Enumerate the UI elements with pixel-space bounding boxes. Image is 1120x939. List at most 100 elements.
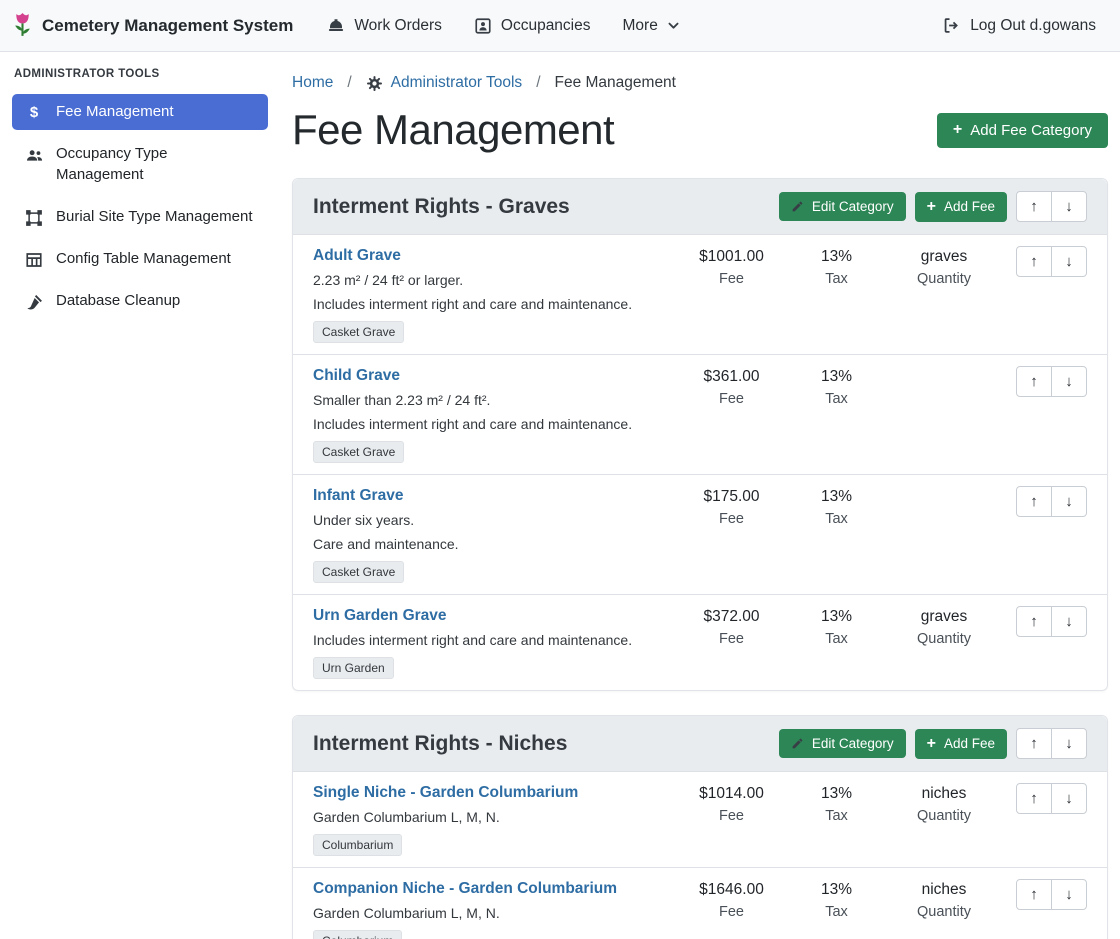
plus-icon: + — [927, 736, 936, 752]
arrow-down-icon: ↓ — [1065, 254, 1073, 269]
fee-name-link[interactable]: Urn Garden Grave — [313, 607, 447, 624]
add-fee-button[interactable]: + Add Fee — [915, 729, 1007, 759]
fee-tax: 13% — [789, 880, 884, 899]
move-fee-up-button[interactable]: ↑ — [1016, 246, 1052, 277]
move-fee-up-button[interactable]: ↑ — [1016, 606, 1052, 637]
breadcrumb-current: Fee Management — [555, 74, 677, 92]
add-fee-button[interactable]: + Add Fee — [915, 192, 1007, 222]
edit-category-label: Edit Category — [812, 199, 894, 214]
move-category-down-button[interactable]: ↓ — [1051, 728, 1087, 759]
fee-amount: $1001.00 — [674, 247, 789, 266]
fee-name-link[interactable]: Single Niche - Garden Columbarium — [313, 784, 578, 801]
move-category-down-button[interactable]: ↓ — [1051, 191, 1087, 222]
fee-amount: $1646.00 — [674, 880, 789, 899]
fee-quantity-label: Quantity — [884, 631, 1004, 647]
move-fee-down-button[interactable]: ↓ — [1051, 366, 1087, 397]
breadcrumb-admin-tools-link[interactable]: Administrator Tools — [366, 74, 523, 92]
fee-name-link[interactable]: Child Grave — [313, 367, 400, 384]
fee-tax-label: Tax — [789, 631, 884, 647]
nav-more[interactable]: More — [623, 17, 680, 35]
fee-tax: 13% — [789, 487, 884, 506]
top-navbar: Cemetery Management System Work Orders — [0, 0, 1120, 52]
sidebar-item-label: Burial Site Type Management — [56, 207, 253, 227]
fee-amount-label: Fee — [674, 271, 789, 287]
logout-link[interactable]: Log Out d.gowans — [942, 16, 1096, 35]
broom-icon — [24, 293, 44, 312]
move-fee-up-button[interactable]: ↑ — [1016, 879, 1052, 910]
fee-tax-label: Tax — [789, 904, 884, 920]
fee-name-link[interactable]: Companion Niche - Garden Columbarium — [313, 880, 617, 897]
fee-row: Single Niche - Garden Columbarium Garden… — [293, 772, 1107, 868]
move-category-up-button[interactable]: ↑ — [1016, 728, 1052, 759]
sidebar-item-database-cleanup[interactable]: Database Cleanup — [12, 283, 268, 320]
add-fee-label: Add Fee — [944, 736, 995, 751]
fee-row: Infant Grave Under six years. Care and m… — [293, 475, 1107, 595]
arrow-up-icon: ↑ — [1030, 736, 1038, 751]
breadcrumb-separator: / — [522, 74, 554, 92]
occupancy-icon — [474, 17, 492, 35]
fee-type-badge: Casket Grave — [313, 321, 404, 343]
fee-quantity-label: Quantity — [884, 904, 1004, 920]
move-fee-down-button[interactable]: ↓ — [1051, 783, 1087, 814]
fee-tax-column: 13% Tax — [789, 606, 884, 647]
fee-tax-label: Tax — [789, 271, 884, 287]
tulip-logo-icon — [12, 12, 33, 39]
arrow-up-icon: ↑ — [1030, 199, 1038, 214]
sidebar-item-config-table-management[interactable]: Config Table Management — [12, 241, 268, 277]
fee-tax-label: Tax — [789, 511, 884, 527]
arrow-down-icon: ↓ — [1065, 374, 1073, 389]
edit-category-button[interactable]: Edit Category — [779, 192, 906, 221]
pencil-icon — [791, 737, 804, 750]
breadcrumb-separator: / — [333, 74, 365, 92]
nav-work-orders[interactable]: Work Orders — [327, 17, 442, 35]
move-fee-down-button[interactable]: ↓ — [1051, 879, 1087, 910]
move-fee-up-button[interactable]: ↑ — [1016, 366, 1052, 397]
breadcrumb-home-link[interactable]: Home — [292, 74, 333, 92]
add-fee-category-button[interactable]: + Add Fee Category — [937, 113, 1108, 148]
fee-reorder-buttons: ↑ ↓ — [1016, 783, 1087, 814]
fee-amount: $1014.00 — [674, 784, 789, 803]
nav-occupancies[interactable]: Occupancies — [474, 17, 591, 35]
sidebar-item-burial-site-type-management[interactable]: Burial Site Type Management — [12, 199, 268, 235]
logout-label: Log Out d.gowans — [970, 17, 1096, 35]
arrow-down-icon: ↓ — [1065, 199, 1073, 214]
fee-description: Includes interment right and care and ma… — [313, 296, 664, 313]
app-brand[interactable]: Cemetery Management System — [12, 12, 293, 39]
fee-amount-label: Fee — [674, 808, 789, 824]
fee-category-card: Interment Rights - Graves Edit Category … — [292, 178, 1108, 691]
move-fee-up-button[interactable]: ↑ — [1016, 783, 1052, 814]
navbar-links: Work Orders Occupancies More — [327, 17, 680, 35]
sidebar-item-occupancy-type-management[interactable]: Occupancy Type Management — [12, 136, 268, 193]
sidebar-item-label: Config Table Management — [56, 249, 231, 269]
fee-category-card: Interment Rights - Niches Edit Category … — [292, 715, 1108, 939]
main-content: Home / Administrator Tools / Fee Managem… — [280, 52, 1120, 939]
sidebar-heading: ADMINISTRATOR TOOLS — [14, 68, 266, 80]
move-fee-down-button[interactable]: ↓ — [1051, 246, 1087, 277]
move-fee-down-button[interactable]: ↓ — [1051, 486, 1087, 517]
fee-name-link[interactable]: Adult Grave — [313, 247, 401, 264]
app-title: Cemetery Management System — [42, 16, 293, 36]
fee-quantity: graves — [884, 247, 1004, 266]
move-fee-down-button[interactable]: ↓ — [1051, 606, 1087, 637]
fee-description: Under six years. — [313, 512, 664, 529]
category-header: Interment Rights - Graves Edit Category … — [293, 179, 1107, 235]
fee-tax: 13% — [789, 784, 884, 803]
move-category-up-button[interactable]: ↑ — [1016, 191, 1052, 222]
add-fee-category-label: Add Fee Category — [970, 122, 1092, 139]
arrow-up-icon: ↑ — [1030, 887, 1038, 902]
move-fee-up-button[interactable]: ↑ — [1016, 486, 1052, 517]
fee-amount-label: Fee — [674, 631, 789, 647]
fee-info: Child Grave Smaller than 2.23 m² / 24 ft… — [313, 366, 674, 463]
fee-tax: 13% — [789, 367, 884, 386]
fee-type-badge: Casket Grave — [313, 441, 404, 463]
edit-category-button[interactable]: Edit Category — [779, 729, 906, 758]
fee-description: Garden Columbarium L, M, N. — [313, 809, 664, 826]
dollar-icon: $ — [24, 104, 44, 122]
fee-type-badge: Columbarium — [313, 834, 402, 856]
fee-tax-label: Tax — [789, 391, 884, 407]
fee-name-link[interactable]: Infant Grave — [313, 487, 403, 504]
arrow-down-icon: ↓ — [1065, 614, 1073, 629]
fee-description: 2.23 m² / 24 ft² or larger. — [313, 272, 664, 289]
fee-description: Care and maintenance. — [313, 536, 664, 553]
sidebar-item-fee-management[interactable]: $ Fee Management — [12, 94, 268, 130]
